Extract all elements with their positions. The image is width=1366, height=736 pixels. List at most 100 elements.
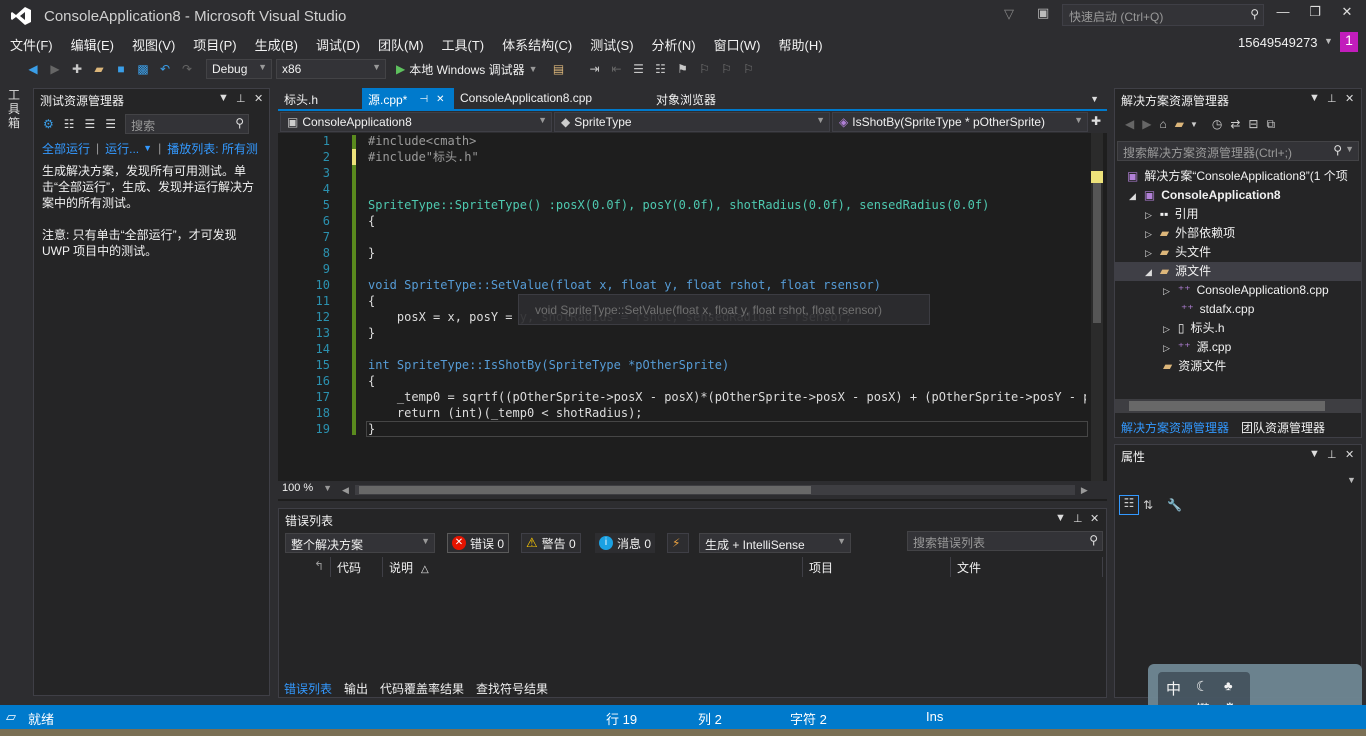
new-project-icon[interactable]: ✚ xyxy=(69,61,85,77)
tab-find-symbol[interactable]: 查找符号结果 xyxy=(470,679,554,698)
code-line[interactable]: { xyxy=(368,373,375,389)
code-line[interactable]: } xyxy=(368,325,375,341)
find-in-files-icon[interactable]: ▤ xyxy=(551,61,567,77)
tab-team-explorer[interactable]: 团队资源管理器 xyxy=(1235,418,1331,437)
menu-help[interactable]: 帮助(H) xyxy=(769,33,831,54)
tree-file-stdafx[interactable]: ⁺⁺ stdafx.cpp xyxy=(1181,300,1254,319)
undo-icon[interactable]: ↶ xyxy=(157,61,173,77)
home-icon[interactable]: ⌂ xyxy=(1159,117,1166,131)
bookmark-icon[interactable]: ⚑ xyxy=(675,61,691,77)
notification-badge[interactable]: 1 xyxy=(1340,32,1358,52)
filter-list-icon[interactable]: ☰ xyxy=(85,117,96,131)
code-line[interactable]: int SpriteType::IsShotBy(SpriteType *pOt… xyxy=(368,357,729,373)
tree-file-consoleapp[interactable]: ▷ ⁺⁺ ConsoleApplication8.cpp xyxy=(1163,281,1329,300)
tree-project[interactable]: ◢ ▣ ConsoleApplication8 xyxy=(1129,186,1281,205)
test-search-input[interactable]: 搜索 ⚲ xyxy=(125,114,250,134)
save-all-icon[interactable]: ▩ xyxy=(135,61,151,77)
show-all-files-icon[interactable]: ⧉ xyxy=(1266,117,1275,132)
menu-analyze[interactable]: 分析(N) xyxy=(642,33,704,54)
object-select-chevron-icon[interactable]: ▼ xyxy=(1347,475,1356,485)
playlist-link[interactable]: 播放列表: 所有测 xyxy=(167,140,258,157)
column-description[interactable]: 说明 △ xyxy=(383,557,803,577)
alphabetical-icon[interactable]: ⇅ xyxy=(1143,498,1153,512)
start-debugging-button[interactable]: ▶ 本地 Windows 调试器 ▼ xyxy=(396,61,538,78)
tree-resource-files[interactable]: ▰ 资源文件 xyxy=(1163,357,1226,376)
member-scope-select[interactable]: ◈ IsShotBy(SpriteType * pOtherSprite) ▼ xyxy=(832,112,1088,132)
menu-file[interactable]: 文件(F) xyxy=(0,33,61,54)
type-scope-select[interactable]: ◆ SpriteType ▼ xyxy=(554,112,830,132)
panel-menu-icon[interactable]: ▼ xyxy=(1309,448,1320,460)
tab-overflow-icon[interactable]: ▼ xyxy=(1090,94,1107,104)
next-bookmark-icon[interactable]: ⚐ xyxy=(719,61,735,77)
code-line[interactable]: #include"标头.h" xyxy=(368,149,479,165)
prev-bookmark-icon[interactable]: ⚐ xyxy=(697,61,713,77)
tree-file-source[interactable]: ▷ ⁺⁺ 源.cpp xyxy=(1163,338,1231,357)
scroll-right-icon[interactable]: ▶ xyxy=(1081,485,1088,496)
filter-icon[interactable]: ⚡ xyxy=(667,533,689,553)
close-icon[interactable]: ✕ xyxy=(1090,512,1099,525)
panel-menu-icon[interactable]: ▼ xyxy=(1055,512,1066,524)
menu-architecture[interactable]: 体系结构(C) xyxy=(492,33,580,54)
code-line[interactable]: void SpriteType::SetValue(float x, float… xyxy=(368,277,881,293)
horizontal-scrollbar-thumb[interactable] xyxy=(358,486,811,494)
warnings-filter-button[interactable]: ⚠ 警告 0 xyxy=(521,533,581,553)
column-icon-header[interactable]: ↰ xyxy=(279,557,331,577)
step-into-icon[interactable]: ⇥ xyxy=(587,61,603,77)
error-search-input[interactable]: 搜索错误列表 ⚲ xyxy=(907,531,1103,551)
menu-tools[interactable]: 工具(T) xyxy=(432,33,493,54)
vertical-scrollbar[interactable] xyxy=(1091,133,1103,481)
messages-filter-button[interactable]: i 消息 0 xyxy=(595,533,656,553)
ime-language[interactable]: 中 xyxy=(1166,678,1181,699)
tab-consoleapp-cpp[interactable]: ConsoleApplication8.cpp xyxy=(454,88,650,110)
close-button[interactable]: ✕ xyxy=(1334,4,1360,26)
close-icon[interactable]: ✕ xyxy=(1345,448,1354,461)
project-scope-select[interactable]: ▣ ConsoleApplication8 ▼ xyxy=(280,112,552,132)
tab-output[interactable]: 输出 xyxy=(338,679,374,698)
tree-solution[interactable]: ▣ 解决方案“ConsoleApplication8”(1 个项 xyxy=(1127,167,1348,186)
collapse-all-icon[interactable]: ⊟ xyxy=(1248,117,1258,131)
pin-icon[interactable]: ⊥ xyxy=(1327,448,1337,461)
playlist-icon[interactable]: ☰ xyxy=(105,117,116,131)
tab-solution-explorer[interactable]: 解决方案资源管理器 xyxy=(1115,418,1235,437)
tab-header-file[interactable]: 标头.h xyxy=(278,88,362,110)
toolbox-tab[interactable]: 工具箱 xyxy=(8,88,26,130)
switch-views-icon[interactable]: ▰ xyxy=(1175,117,1184,131)
ime-skin-icon[interactable]: ♣ xyxy=(1224,678,1233,693)
code-line[interactable]: return (int)(_temp0 < shotRadius); xyxy=(368,405,643,421)
feedback-filter-icon[interactable]: ▽ xyxy=(1004,6,1014,22)
column-file[interactable]: 文件 xyxy=(951,557,1103,577)
hierarchy-icon[interactable]: ☷ xyxy=(64,117,75,131)
menu-project[interactable]: 项目(P) xyxy=(183,33,244,54)
pin-icon[interactable]: ⊥ xyxy=(1073,512,1083,525)
run-all-link[interactable]: 全部运行 xyxy=(42,140,90,157)
open-file-icon[interactable]: ▰ xyxy=(91,61,107,77)
property-pages-icon[interactable]: 🔧 xyxy=(1167,498,1182,512)
chevron-down-icon[interactable]: ▼ xyxy=(143,143,152,153)
code-line[interactable]: _temp0 = sqrtf((pOtherSprite->posX - pos… xyxy=(368,389,1086,405)
column-code[interactable]: 代码 xyxy=(331,557,383,577)
tree-external-deps[interactable]: ▷ ▰ 外部依赖项 xyxy=(1145,224,1235,243)
pin-icon[interactable]: ⊥ xyxy=(236,92,246,105)
code-line[interactable]: { xyxy=(368,293,375,309)
tree-horizontal-scrollbar[interactable] xyxy=(1115,399,1361,413)
zoom-select[interactable]: 100 % ▼ xyxy=(278,482,336,498)
code-line[interactable]: } xyxy=(368,245,375,261)
pending-changes-icon[interactable]: ◷ xyxy=(1212,117,1222,131)
redo-icon[interactable]: ↷ xyxy=(179,61,195,77)
sync-icon[interactable]: ⇄ xyxy=(1230,117,1240,131)
code-line[interactable]: { xyxy=(368,213,375,229)
quick-launch-input[interactable]: 快速启动 (Ctrl+Q) ⚲ xyxy=(1062,4,1264,26)
tree-source-files[interactable]: ◢ ▰ 源文件 xyxy=(1115,262,1361,281)
minimize-button[interactable]: — xyxy=(1270,4,1296,26)
close-icon[interactable]: ✕ xyxy=(1345,92,1354,105)
errors-filter-button[interactable]: ✕ 错误 0 xyxy=(447,533,510,553)
platform-select[interactable]: x86 ▼ xyxy=(276,59,386,79)
menu-team[interactable]: 团队(M) xyxy=(368,33,432,54)
build-source-select[interactable]: 生成 + IntelliSense ▼ xyxy=(699,533,851,553)
account-name[interactable]: 15649549273 xyxy=(1238,35,1318,50)
code-line[interactable]: SpriteType::SpriteType() :posX(0.0f), po… xyxy=(368,197,989,213)
menu-view[interactable]: 视图(V) xyxy=(122,33,183,54)
ime-moon-icon[interactable]: ☾ xyxy=(1196,678,1209,695)
panel-menu-icon[interactable]: ▼ xyxy=(218,92,229,104)
code-line[interactable]: #include<cmath> xyxy=(368,133,476,149)
